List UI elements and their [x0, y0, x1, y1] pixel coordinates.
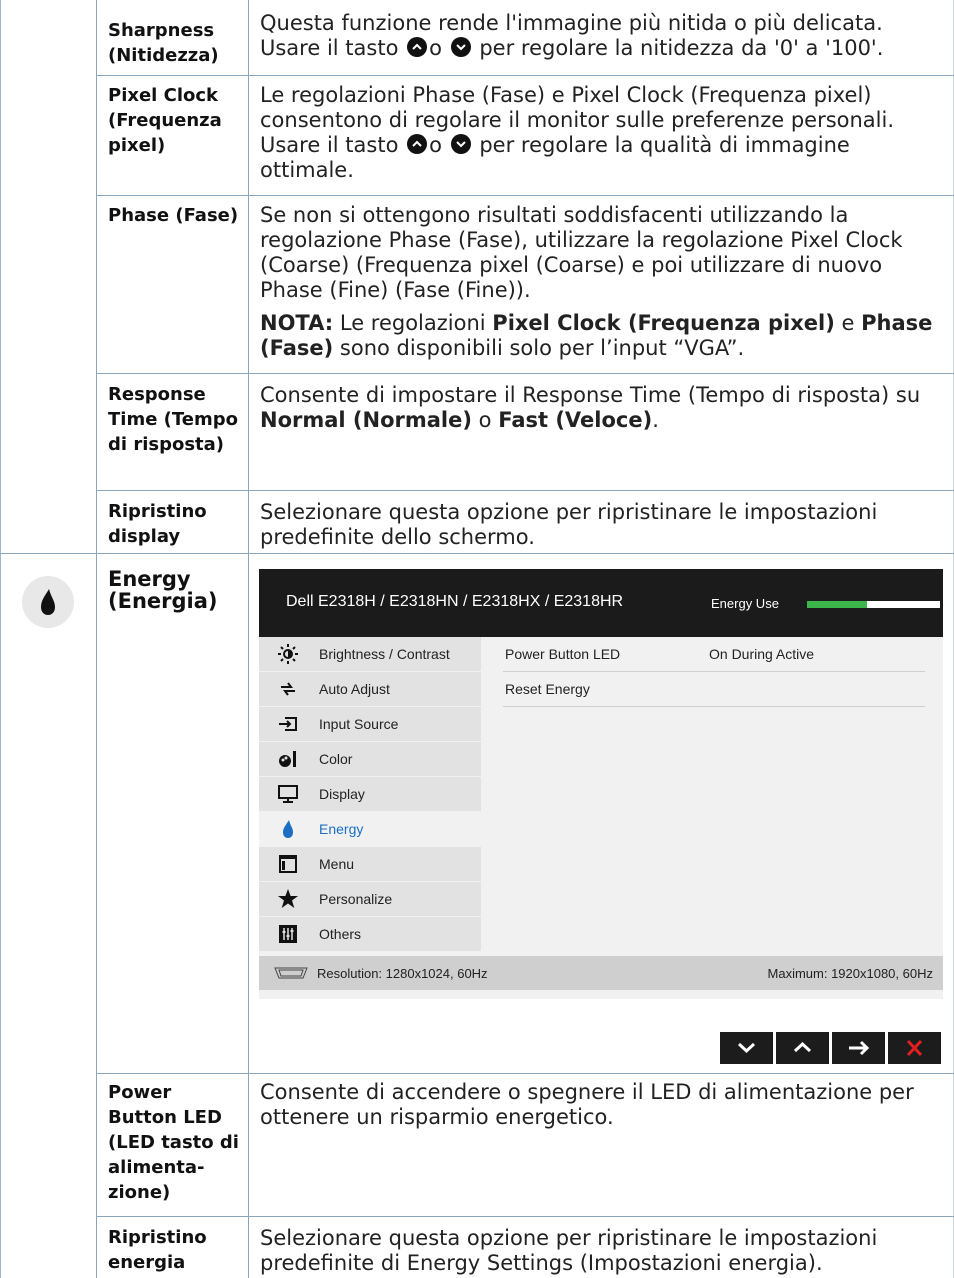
desc-reset-display: Selezionare questa opzione per ripristin… — [260, 500, 878, 549]
setting-reset-energy[interactable]: Reset Energy — [503, 672, 925, 707]
down-arrow-icon — [450, 37, 471, 57]
resolution-text: Resolution: 1280x1024, 60Hz — [317, 966, 488, 981]
row-divider — [96, 195, 954, 196]
row-divider — [96, 75, 954, 76]
close-icon — [906, 1039, 923, 1057]
desc-pixel-clock: Le regolazioni Phase (Fase) e Pixel Cloc… — [260, 83, 895, 182]
display-icon — [278, 785, 298, 803]
section-divider — [0, 553, 954, 554]
setting-power-button-led[interactable]: Power Button LED On During Active — [503, 637, 925, 672]
input-source-icon — [279, 717, 297, 731]
color-icon — [279, 751, 296, 767]
term-power-button-led: Power Button LED (LED tasto di alimenta-… — [108, 1082, 239, 1203]
term-sharpness: Sharpness (Nitidezza) — [108, 20, 219, 66]
energy-icon — [283, 820, 293, 838]
desc-phase: Se non si ottengono risultati soddisface… — [260, 203, 933, 360]
row-divider — [96, 373, 954, 374]
vga-connector-icon — [274, 967, 308, 979]
chevron-up-icon — [793, 1041, 812, 1053]
chevron-down-icon — [737, 1042, 756, 1054]
term-phase: Phase (Fase) — [108, 205, 239, 226]
up-arrow-icon — [407, 134, 428, 154]
maximum-text: Maximum: 1920x1080, 60Hz — [767, 966, 933, 981]
osd-settings-panel: Power Button LED On During Active Reset … — [481, 637, 943, 956]
others-icon — [279, 925, 297, 943]
desc-power-button-led: Consente di accendere o spegnere il LED … — [260, 1080, 914, 1129]
brightness-icon — [278, 644, 298, 664]
osd-title: Dell E2318H / E2318HN / E2318HX / E2318H… — [286, 593, 624, 610]
desc-sharpness: Questa funzione rende l'immagine più nit… — [260, 11, 884, 60]
term-response-time: Response Time (Tempo di risposta) — [108, 384, 239, 455]
osd-nav-buttons — [720, 1032, 943, 1064]
auto-adjust-icon — [281, 682, 295, 696]
energy-use-bar — [807, 601, 940, 608]
osd-menu: Brightness / Contrast Auto Adjust Input … — [259, 637, 481, 956]
menu-item-auto-adjust[interactable]: Auto Adjust — [259, 672, 481, 706]
row-divider — [96, 1073, 954, 1074]
desc-reset-energy: Selezionare questa opzione per ripristin… — [260, 1226, 878, 1275]
term-pixel-clock: Pixel Clock (Frequenza pixel) — [108, 85, 222, 156]
menu-item-energy[interactable]: Energy — [259, 812, 481, 846]
energy-icon — [22, 576, 74, 628]
table-border-col2 — [248, 0, 249, 1278]
menu-item-brightness-contrast[interactable]: Brightness / Contrast — [259, 637, 481, 671]
term-reset-display: Ripristino display — [108, 501, 207, 547]
table-border-col1 — [96, 0, 97, 1278]
osd-window: Dell E2318H / E2318HN / E2318HX / E2318H… — [259, 569, 943, 999]
osd-footer: Resolution: 1280x1024, 60Hz Maximum: 192… — [259, 956, 943, 990]
down-arrow-icon — [450, 134, 471, 154]
desc-response-time: Consente di impostare il Response Time (… — [260, 383, 921, 432]
term-reset-energy: Ripristino energia — [108, 1227, 207, 1273]
menu-item-display[interactable]: Display — [259, 777, 481, 811]
osd-header: Dell E2318H / E2318HN / E2318HX / E2318H… — [259, 569, 943, 637]
energy-use-fill — [807, 601, 867, 608]
row-divider — [96, 1216, 954, 1217]
menu-item-others[interactable]: Others — [259, 917, 481, 951]
menu-item-personalize[interactable]: Personalize — [259, 882, 481, 916]
star-icon — [278, 889, 298, 908]
next-button[interactable] — [832, 1032, 885, 1064]
row-divider — [96, 490, 954, 491]
menu-item-color[interactable]: Color — [259, 742, 481, 776]
menu-item-input-source[interactable]: Input Source — [259, 707, 481, 741]
up-arrow-icon — [407, 37, 428, 57]
menu-item-menu[interactable]: Menu — [259, 847, 481, 881]
up-button[interactable] — [776, 1032, 829, 1064]
menu-icon — [279, 855, 297, 873]
down-button[interactable] — [720, 1032, 773, 1064]
close-button[interactable] — [888, 1032, 941, 1064]
energy-use-label: Energy Use — [711, 596, 779, 611]
term-energy: Energy (Energia) — [108, 567, 218, 613]
table-border-left — [0, 0, 1, 1278]
arrow-right-icon — [849, 1040, 870, 1056]
